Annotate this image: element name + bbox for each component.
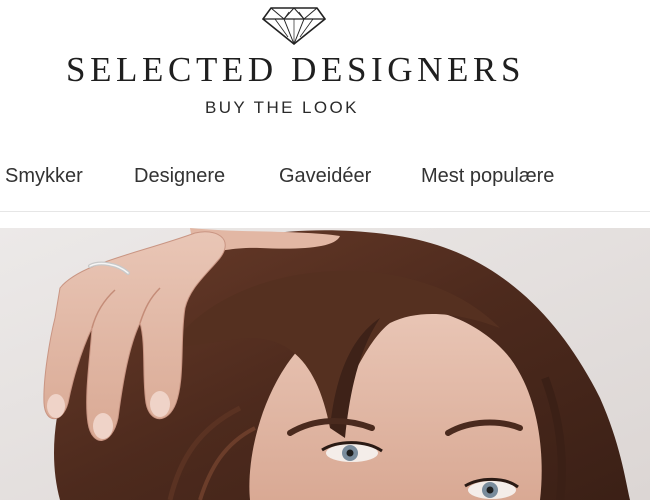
main-navigation: Smykker Designere Gaveidéer Mest populær… — [0, 158, 650, 198]
nav-divider — [0, 211, 650, 212]
page: SELECTED DESIGNERS BUY THE LOOK Smykker … — [0, 0, 650, 500]
nav-item-smykker[interactable]: Smykker — [5, 162, 83, 190]
nav-item-gaveideer[interactable]: Gaveidéer — [279, 162, 371, 190]
home-logo-link[interactable]: SELECTED DESIGNERS BUY THE LOOK — [0, 0, 580, 125]
nav-item-mest-populaere[interactable]: Mest populære — [421, 162, 554, 190]
nav-item-designere[interactable]: Designere — [134, 162, 225, 190]
brand-name: SELECTED DESIGNERS — [66, 50, 526, 89]
diamond-icon — [262, 7, 326, 45]
brand-tagline: BUY THE LOOK — [205, 98, 359, 117]
hero-banner[interactable] — [0, 228, 650, 500]
hero-portrait — [0, 228, 650, 500]
